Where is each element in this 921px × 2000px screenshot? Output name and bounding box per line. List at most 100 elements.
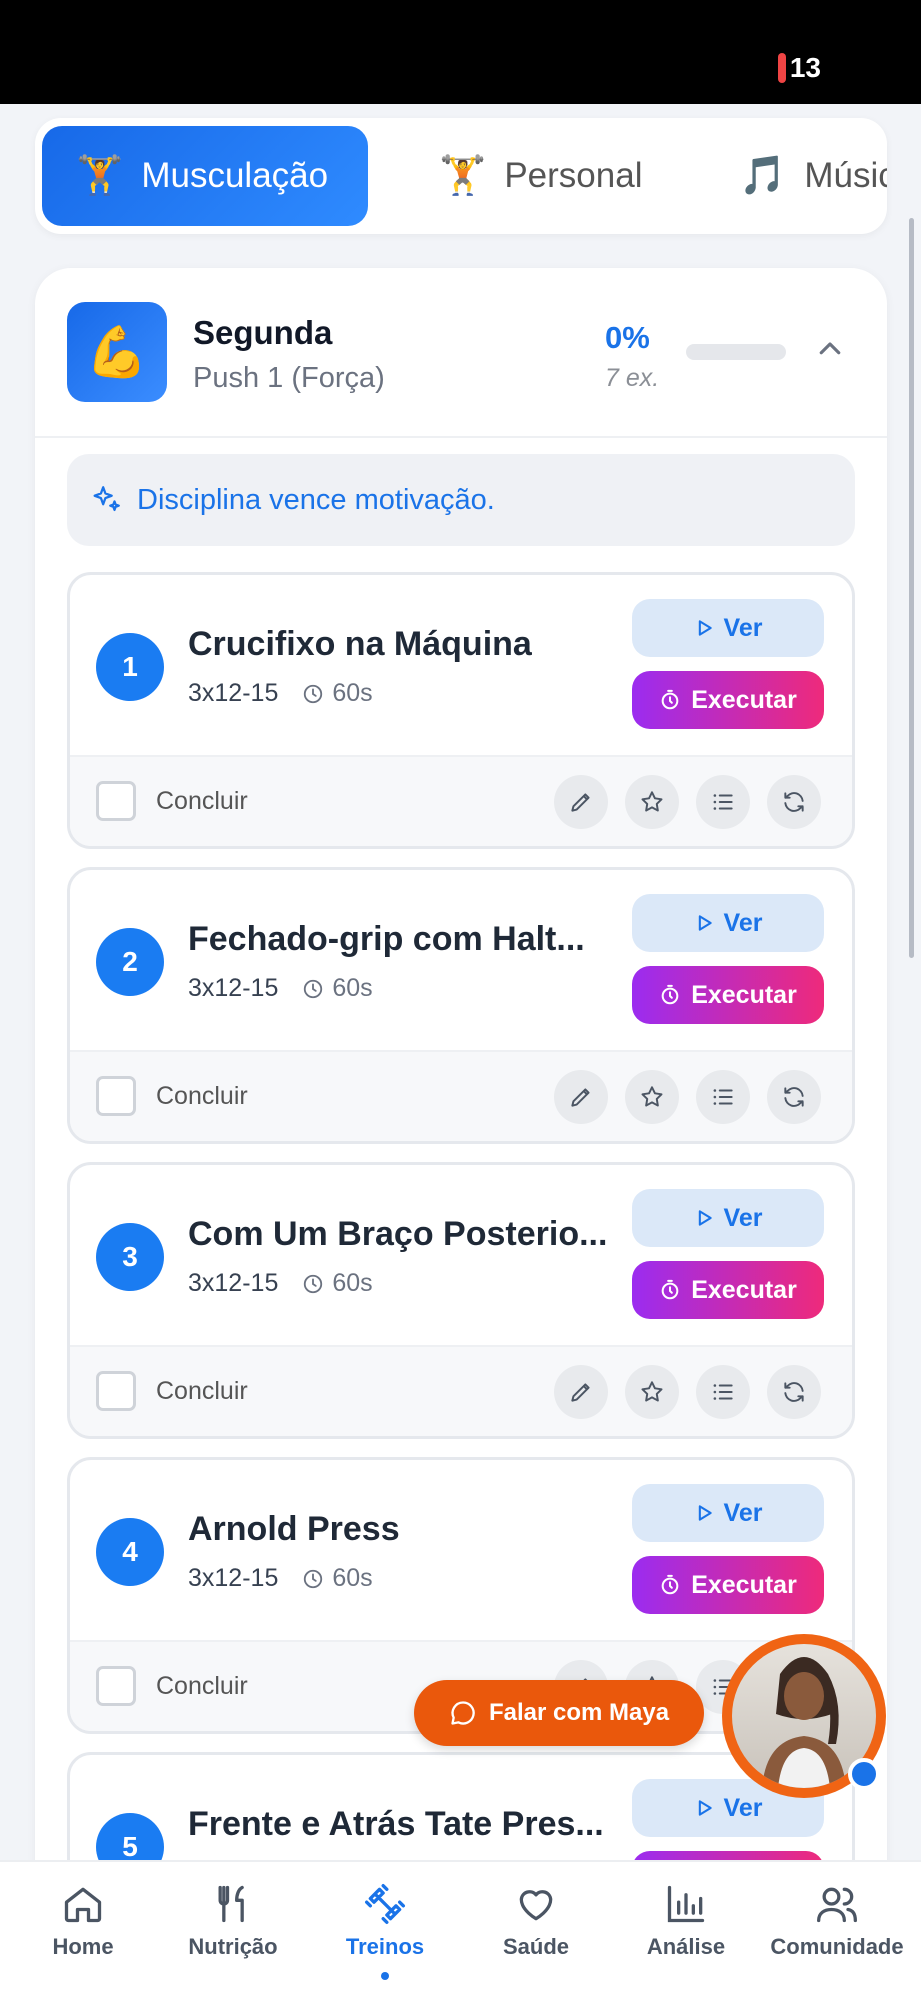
exercise-footer: Concluir bbox=[70, 1050, 852, 1141]
edit-button[interactable] bbox=[554, 1365, 608, 1419]
clock-icon bbox=[304, 1569, 323, 1588]
rest-time: 60s bbox=[302, 1269, 373, 1298]
view-label: Ver bbox=[723, 613, 763, 642]
status-bar: 13 bbox=[0, 0, 921, 104]
flexed-biceps-icon: 💪 bbox=[67, 302, 167, 402]
exercise-number: 4 bbox=[96, 1518, 164, 1586]
utensils-icon bbox=[218, 1885, 244, 1923]
view-label: Ver bbox=[723, 1793, 763, 1822]
chevron-up-icon[interactable] bbox=[815, 334, 845, 364]
edit-button[interactable] bbox=[554, 775, 608, 829]
users-icon bbox=[817, 1887, 857, 1923]
execute-label: Executar bbox=[691, 980, 797, 1009]
execute-button[interactable]: Executar bbox=[632, 1556, 824, 1614]
exercise-name: Com Um Braço Posterio... bbox=[188, 1215, 608, 1253]
details-button[interactable] bbox=[696, 775, 750, 829]
exercise-card: 1 Crucifixo na Máquina 3x12-15 60s Ver E… bbox=[67, 572, 855, 849]
complete-checkbox[interactable] bbox=[96, 1076, 136, 1116]
complete-label: Concluir bbox=[156, 1082, 248, 1110]
nav-home[interactable]: Home bbox=[8, 1882, 158, 1960]
swap-button[interactable] bbox=[767, 775, 821, 829]
nav-nutricao[interactable]: Nutrição bbox=[158, 1882, 308, 1960]
view-button[interactable]: Ver bbox=[632, 894, 824, 952]
tab-personal[interactable]: 🏋️ Personal bbox=[405, 126, 676, 226]
nav-label: Nutrição bbox=[188, 1934, 278, 1959]
tab-musculacao[interactable]: 🏋️ Musculação bbox=[42, 126, 368, 226]
details-button[interactable] bbox=[696, 1365, 750, 1419]
day-subtitle: Push 1 (Força) bbox=[193, 362, 385, 394]
view-button[interactable]: Ver bbox=[632, 1484, 824, 1542]
nav-label: Comunidade bbox=[770, 1934, 904, 1959]
edit-button[interactable] bbox=[554, 1070, 608, 1124]
battery-icon bbox=[777, 53, 786, 83]
favorite-button[interactable] bbox=[625, 1365, 679, 1419]
chat-bubble-icon bbox=[451, 1701, 475, 1725]
timer-icon bbox=[661, 1574, 679, 1595]
nav-label: Treinos bbox=[345, 1934, 425, 1959]
timer-icon bbox=[661, 689, 679, 710]
execute-button[interactable]: Executar bbox=[632, 671, 824, 729]
play-icon bbox=[698, 1800, 712, 1816]
talk-to-maya-button[interactable]: Falar com Maya bbox=[414, 1680, 704, 1746]
rest-value: 60s bbox=[332, 1564, 373, 1592]
swap-button[interactable] bbox=[767, 1365, 821, 1419]
swap-button[interactable] bbox=[767, 1070, 821, 1124]
rest-value: 60s bbox=[332, 679, 373, 707]
execute-label: Executar bbox=[691, 1275, 797, 1304]
tab-musica[interactable]: 🎵 Música bbox=[705, 126, 887, 226]
exercise-meta: 3x12-15 60s bbox=[188, 1564, 373, 1593]
clock-icon bbox=[304, 1274, 323, 1293]
nav-analise[interactable]: Análise bbox=[611, 1882, 761, 1960]
exercise-name: Fechado-grip com Halt... bbox=[188, 920, 585, 958]
exercise-number: 3 bbox=[96, 1223, 164, 1291]
tab-label: Musculação bbox=[141, 156, 329, 195]
star-icon bbox=[641, 1086, 663, 1107]
complete-label: Concluir bbox=[156, 1672, 248, 1700]
timer-icon bbox=[661, 1279, 679, 1300]
nav-label: Saúde bbox=[502, 1934, 570, 1959]
nav-treinos[interactable]: Treinos bbox=[310, 1882, 460, 1960]
favorite-button[interactable] bbox=[625, 1070, 679, 1124]
nav-label: Análise bbox=[646, 1934, 726, 1959]
nav-saude[interactable]: Saúde bbox=[461, 1882, 611, 1960]
battery-indicator: 13 bbox=[777, 52, 821, 84]
tab-label: Música bbox=[804, 156, 887, 195]
day-header[interactable]: 💪 Segunda Push 1 (Força) 0% 7 ex. bbox=[35, 268, 887, 438]
refresh-icon bbox=[784, 1087, 804, 1107]
scrollbar[interactable] bbox=[909, 218, 914, 958]
complete-checkbox[interactable] bbox=[96, 1371, 136, 1411]
complete-checkbox[interactable] bbox=[96, 781, 136, 821]
view-label: Ver bbox=[723, 1498, 763, 1527]
timer-icon bbox=[661, 984, 679, 1005]
star-icon bbox=[641, 791, 663, 812]
pencil-icon bbox=[571, 1383, 590, 1402]
exercise-name: Frente e Atrás Tate Pres... bbox=[188, 1805, 604, 1843]
motivation-quote: Disciplina vence motivação. bbox=[67, 454, 855, 546]
execute-button[interactable]: Executar bbox=[632, 966, 824, 1024]
exercise-footer: Concluir bbox=[70, 1345, 852, 1436]
complete-checkbox[interactable] bbox=[96, 1666, 136, 1706]
nav-comunidade[interactable]: Comunidade bbox=[762, 1882, 912, 1960]
dumbbell-icon bbox=[365, 1884, 405, 1924]
star-icon bbox=[641, 1381, 663, 1402]
rest-time: 60s bbox=[302, 974, 373, 1003]
exercise-name: Crucifixo na Máquina bbox=[188, 625, 532, 663]
rest-value: 60s bbox=[332, 974, 373, 1002]
view-button[interactable]: Ver bbox=[632, 1189, 824, 1247]
pencil-icon bbox=[571, 1088, 590, 1107]
nav-label: Home bbox=[52, 1934, 114, 1959]
execute-button[interactable]: Executar bbox=[632, 1261, 824, 1319]
tab-label: Personal bbox=[504, 156, 643, 195]
exercise-number: 1 bbox=[96, 633, 164, 701]
quote-text: Disciplina vence motivação. bbox=[137, 483, 495, 516]
favorite-button[interactable] bbox=[625, 775, 679, 829]
execute-label: Executar bbox=[691, 1570, 797, 1599]
weightlifter-icon: 🏋️ bbox=[76, 155, 124, 197]
play-icon bbox=[698, 1505, 712, 1521]
details-button[interactable] bbox=[696, 1070, 750, 1124]
exercise-sets: 3x12-15 bbox=[188, 1564, 279, 1592]
active-tab-indicator bbox=[381, 1972, 389, 1980]
view-button[interactable]: Ver bbox=[632, 599, 824, 657]
exercise-count: 7 ex. bbox=[605, 364, 660, 392]
battery-level: 13 bbox=[789, 52, 821, 83]
